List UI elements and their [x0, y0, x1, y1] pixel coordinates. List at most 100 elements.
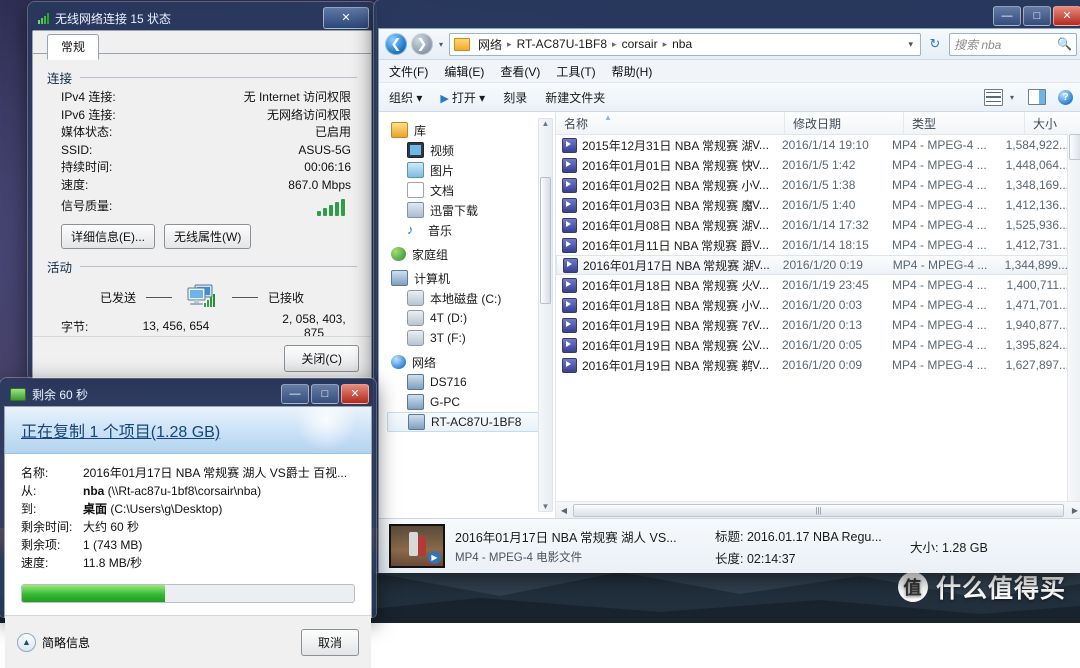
minimize-button[interactable]: — [281, 384, 309, 404]
sidebar-item-[interactable]: 文档 [387, 180, 555, 200]
scrollbar-track[interactable]: ||| [571, 503, 1068, 517]
copy-info-value: 桌面 (C:\Users\g\Desktop) [83, 502, 223, 516]
back-arrow-icon[interactable]: ❮ [385, 33, 407, 55]
table-row[interactable]: 2016年01月19日 NBA 常规赛 公牛 V... 2016/1/20 0:05… [556, 335, 1080, 355]
sidebar-item-[interactable]: 视频 [387, 140, 555, 160]
history-caret-icon[interactable]: ▾ [437, 40, 445, 49]
network-status-window[interactable]: 无线网络连接 15 状态 ✕ 常规 连接 IPv4 连接: 无 Internet … [28, 2, 376, 379]
menu-item[interactable]: 查看(V) [500, 63, 540, 80]
scroll-right-icon[interactable]: ▶ [1068, 506, 1080, 515]
maximize-button[interactable]: □ [311, 384, 339, 404]
progress-bar [21, 584, 355, 603]
open-button[interactable]: ▶ 打开 ▾ [440, 89, 485, 106]
new-folder-button[interactable]: 新建文件夹 [545, 89, 605, 106]
search-input[interactable]: 搜索 nba 🔍 [949, 32, 1077, 56]
menu-item[interactable]: 文件(F) [389, 63, 428, 80]
preview-pane-icon[interactable] [1028, 89, 1046, 105]
sidebar-item-[interactable]: 图片 [387, 160, 555, 180]
close-button[interactable]: ✕ [341, 384, 369, 404]
homegroup-icon [391, 247, 406, 261]
sidebar-item-rt-ac87u-1bf8[interactable]: RT-AC87U-1BF8 [387, 412, 549, 432]
file-type-cell: MP4 - MPEG-4 ... [892, 198, 987, 212]
table-row[interactable]: 2016年01月19日 NBA 常规赛 鹈鹕 V... 2016/1/20 0:09… [556, 355, 1080, 375]
file-vs-cell: V... [752, 318, 769, 332]
column-header[interactable]: 大小 [1025, 112, 1080, 134]
sidebar-item-[interactable]: 库 [387, 120, 555, 140]
close-dialog-button[interactable]: 关闭(C) [284, 344, 359, 372]
table-row[interactable]: 2016年01月17日 NBA 常规赛 湖人 V... 2016/1/20 0:19… [556, 255, 1080, 275]
sidebar-item-4t-d[interactable]: 4T (D:) [387, 308, 555, 328]
change-view-button[interactable]: ▾ [983, 88, 1016, 106]
table-row[interactable]: 2016年01月18日 NBA 常规赛 火箭 V... 2016/1/19 23:4… [556, 275, 1080, 295]
copy-progress-window[interactable]: 剩余 60 秒 — □ ✕ 正在复制 1 个项目(1.28 GB) 名称: 201… [0, 378, 376, 668]
breadcrumb-item[interactable]: corsair [619, 36, 661, 52]
file-list-horizontal-scrollbar[interactable]: ◀ ||| ▶ [556, 501, 1080, 518]
play-overlay-icon: ▶ [428, 551, 441, 564]
scrollbar-thumb[interactable]: ||| [573, 503, 1064, 517]
menu-item[interactable]: 工具(T) [556, 63, 595, 80]
column-header[interactable]: 修改日期 [785, 112, 904, 134]
scroll-down-icon[interactable]: ▼ [539, 502, 552, 511]
table-row[interactable]: 2016年01月01日 NBA 常规赛 快船 V... 2016/1/5 1:42 M… [556, 155, 1080, 175]
breadcrumb-item[interactable]: RT-AC87U-1BF8 [514, 36, 610, 52]
more-info-link[interactable]: 简略信息 [42, 634, 90, 651]
details-button[interactable]: 详细信息(E)... [61, 224, 155, 249]
mp4-file-icon [562, 177, 577, 193]
sidebar-item-[interactable]: 网络 [387, 352, 555, 372]
wireless-properties-button[interactable]: 无线属性(W) [164, 224, 252, 249]
scrollbar-thumb[interactable] [540, 177, 551, 304]
navigation-scrollbar[interactable]: ▲ ▼ [538, 118, 553, 512]
close-button[interactable]: ✕ [323, 7, 369, 29]
file-list-vertical-scrollbar[interactable] [1067, 134, 1080, 502]
sidebar-item-c[interactable]: 本地磁盘 (C:) [387, 288, 555, 308]
wifi-signal-icon [38, 12, 49, 24]
sidebar-item-[interactable]: 家庭组 [387, 244, 555, 264]
cancel-button[interactable]: 取消 [300, 628, 359, 656]
file-type-cell: MP4 - MPEG-4 ... [892, 258, 988, 272]
sidebar-item-3t-f[interactable]: 3T (F:) [387, 328, 555, 348]
sidebar-item-[interactable]: ♪ 音乐 [387, 220, 555, 240]
sidebar-item-[interactable]: 计算机 [387, 268, 555, 288]
sidebar-item-g-pc[interactable]: G-PC [387, 392, 555, 412]
table-row[interactable]: 2016年01月19日 NBA 常规赛 76人 V... 2016/1/20 0:1… [556, 315, 1080, 335]
scroll-up-icon[interactable]: ▲ [539, 119, 552, 128]
table-row[interactable]: 2015年12月31日 NBA 常规赛 湖人 V... 2016/1/14 19:1… [556, 135, 1080, 155]
table-row[interactable]: 2016年01月03日 NBA 常规赛 魔术 V... 2016/1/5 1:40 M… [556, 195, 1080, 215]
organize-button[interactable]: 组织 ▾ [389, 89, 422, 106]
file-thumbnail: ▶ [389, 524, 445, 568]
table-row[interactable]: 2016年01月11日 NBA 常规赛 爵士 V... 2016/1/14 18:1… [556, 235, 1080, 255]
burn-button[interactable]: 刻录 [503, 89, 527, 106]
tab-general[interactable]: 常规 [47, 34, 100, 60]
forward-arrow-icon[interactable]: ❯ [411, 33, 433, 55]
refresh-icon[interactable]: ↻ [925, 34, 945, 54]
file-date-cell: 2016/1/20 0:03 [782, 298, 863, 312]
minimize-button[interactable]: — [993, 6, 1021, 26]
copy-info-row: 从: nba (\\Rt-ac87u-1bf8\corsair\nba) [21, 482, 355, 500]
breadcrumb-item[interactable]: 网络 [475, 35, 505, 54]
connection-field-key: IPv6 连接: [61, 107, 116, 122]
chevron-up-icon[interactable]: ▲ [17, 632, 36, 652]
table-row[interactable]: 2016年01月08日 NBA 常规赛 湖人 V... 2016/1/14 17:3… [556, 215, 1080, 235]
sidebar-item-ds716[interactable]: DS716 [387, 372, 555, 392]
search-icon: 🔍 [1057, 37, 1072, 51]
scrollbar-thumb[interactable] [1069, 134, 1080, 160]
column-header[interactable]: 名称 [556, 112, 785, 134]
menu-item[interactable]: 帮助(H) [612, 63, 653, 80]
table-row[interactable]: 2016年01月02日 NBA 常规赛 小牛 V... 2016/1/5 1:38 M… [556, 175, 1080, 195]
file-name-text: 2016年01月18日 NBA 常规赛 小牛 [582, 298, 752, 313]
help-icon[interactable]: ? [1058, 89, 1073, 105]
sidebar-item-[interactable]: 迅雷下载 [387, 200, 555, 220]
breadcrumb[interactable]: 网络 ▸ RT-AC87U-1BF8 ▸ corsair ▸ nba ▾ [449, 32, 921, 56]
signal-bars-icon [153, 198, 351, 216]
breadcrumb-item[interactable]: nba [669, 36, 695, 52]
explorer-window[interactable]: — □ ✕ ❮ ❯ ▾ 网络 ▸ RT-AC87U-1BF8 ▸ corsair ▸ nba… [374, 0, 1080, 573]
file-date-cell: 2016/1/20 0:13 [782, 318, 863, 332]
close-button[interactable]: ✕ [1053, 6, 1080, 26]
maximize-button[interactable]: □ [1023, 6, 1051, 26]
column-header[interactable]: 类型 [904, 112, 1025, 134]
menu-item[interactable]: 编辑(E) [444, 63, 484, 80]
chevron-down-icon[interactable]: ▾ [908, 39, 916, 50]
scroll-left-icon[interactable]: ◀ [557, 506, 571, 515]
table-row[interactable]: 2016年01月18日 NBA 常规赛 小牛 V... 2016/1/20 0:03… [556, 295, 1080, 315]
thumbnail-player-2 [418, 536, 426, 556]
